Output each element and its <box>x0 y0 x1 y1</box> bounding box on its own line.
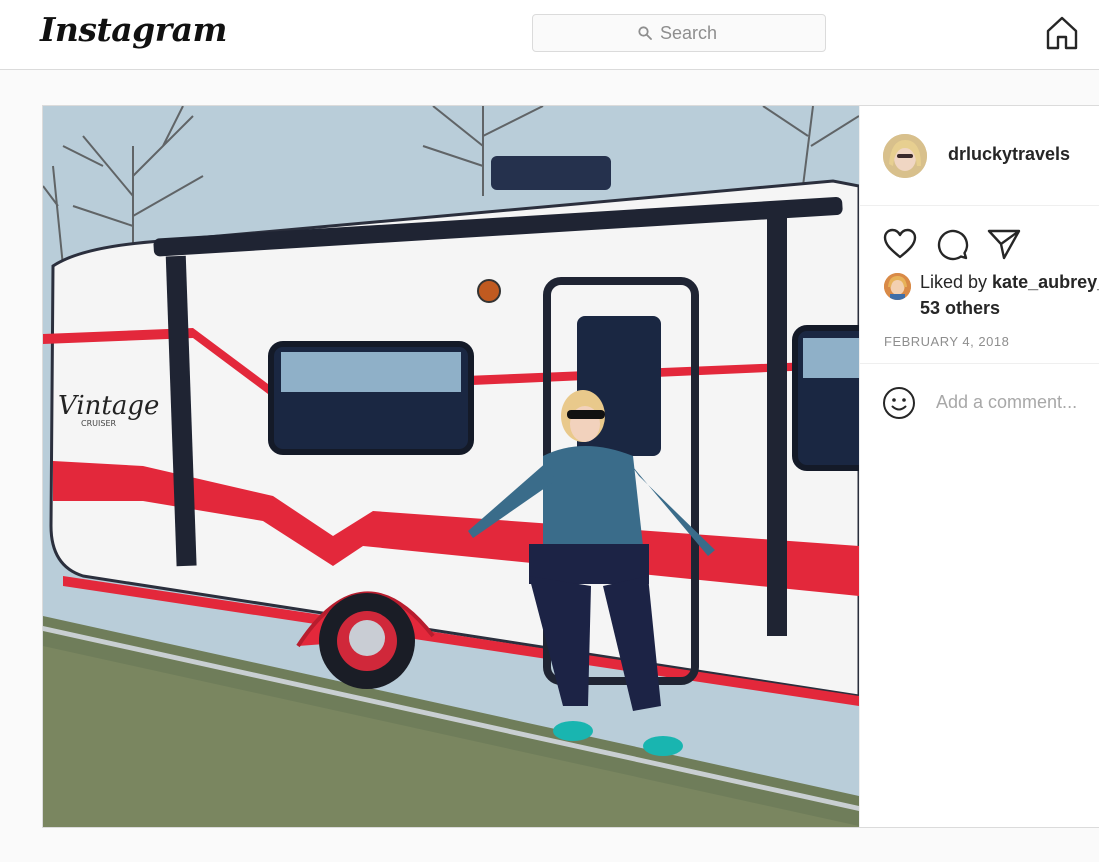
author-username[interactable]: drluckytravels <box>948 144 1070 165</box>
heart-icon[interactable] <box>882 226 918 262</box>
author-avatar[interactable] <box>883 134 927 178</box>
trailer-sign-subtext: CRUISER <box>81 419 116 428</box>
liked-others-link[interactable]: 53 others <box>920 298 1000 319</box>
top-nav-bar: Instagram <box>0 0 1099 70</box>
post-date[interactable]: FEBRUARY 4, 2018 <box>884 334 1009 349</box>
home-icon[interactable] <box>1044 14 1080 52</box>
search-input[interactable] <box>660 22 720 44</box>
post-card: Vintage CRUISER drluckytravels Liked by … <box>42 105 1099 828</box>
liked-by-text: Liked by kate_aubrey_ <box>920 272 1099 293</box>
post-photo[interactable]: Vintage CRUISER <box>43 106 859 827</box>
paper-plane-icon[interactable] <box>986 226 1022 262</box>
comment-input[interactable] <box>936 392 1099 413</box>
post-actions <box>882 226 1022 262</box>
post-sidebar: drluckytravels Liked by kate_aubrey_ 53 … <box>859 106 1099 827</box>
post-header: drluckytravels <box>860 106 1099 206</box>
smiley-icon[interactable] <box>882 386 916 420</box>
author-avatar-image <box>883 134 927 178</box>
liked-by-prefix: Liked by <box>920 272 993 292</box>
comment-icon[interactable] <box>934 226 970 262</box>
instagram-logo[interactable]: Instagram <box>40 10 227 49</box>
trailer-photo-illustration: Vintage CRUISER <box>43 106 859 827</box>
liker-avatar-image <box>884 273 911 300</box>
search-icon <box>638 26 652 40</box>
search-box[interactable] <box>532 14 826 52</box>
add-comment-row <box>860 363 1099 443</box>
trailer-sign-text: Vintage <box>58 391 159 421</box>
liked-by-user-link[interactable]: kate_aubrey_ <box>992 272 1099 292</box>
liker-avatar[interactable] <box>884 273 911 300</box>
